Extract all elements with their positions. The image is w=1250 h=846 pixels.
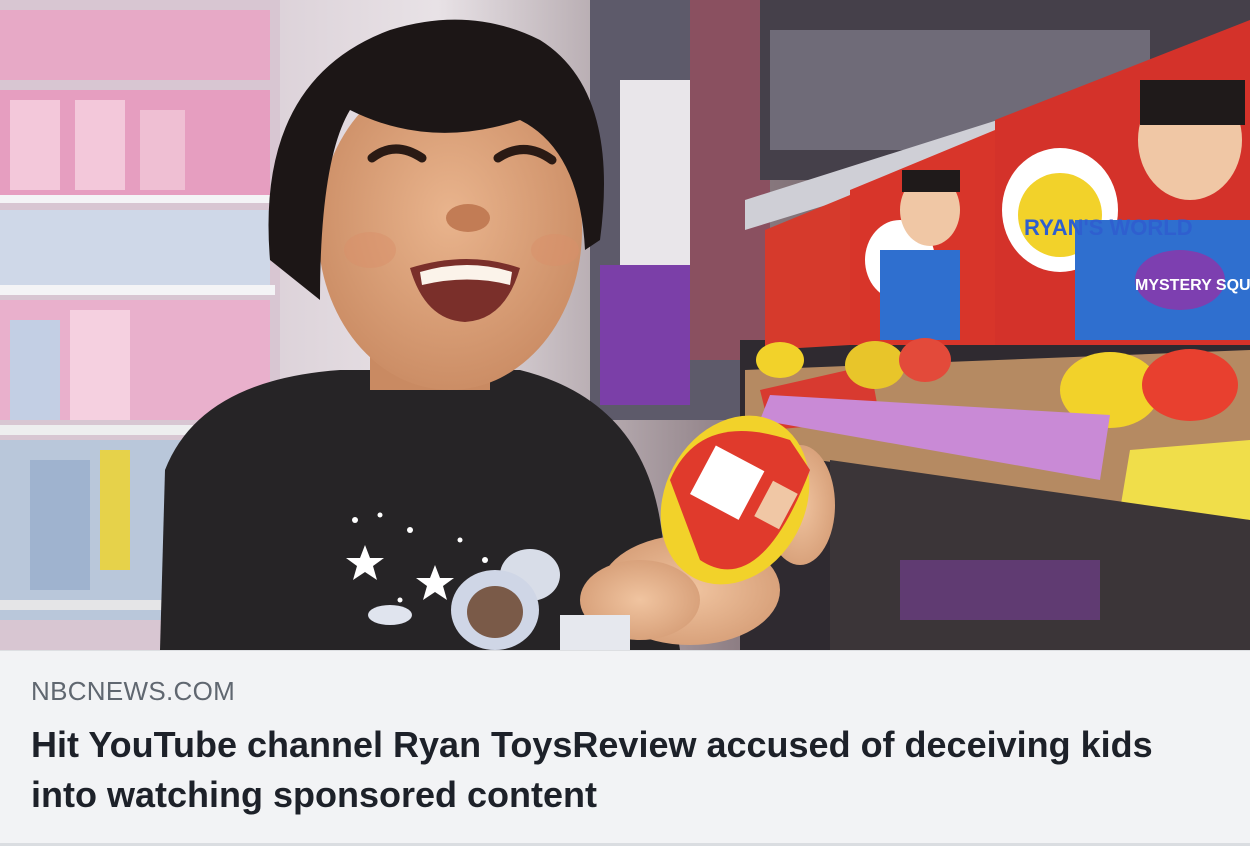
- source-domain: NBCNEWS.COM: [31, 676, 236, 706]
- preview-image[interactable]: RYAN'S WORLD MYSTERY SQUISHY: [0, 0, 1250, 650]
- article-headline[interactable]: Hit YouTube channel Ryan ToysReview accu…: [31, 720, 1211, 820]
- toy-aisle-photo: RYAN'S WORLD MYSTERY SQUISHY: [0, 0, 1250, 650]
- box-product-text: MYSTERY SQUISHY: [1135, 277, 1250, 294]
- box-logo-text: RYAN'S WORLD: [1024, 215, 1193, 240]
- link-preview-card[interactable]: RYAN'S WORLD MYSTERY SQUISHY: [0, 0, 1250, 846]
- preview-caption[interactable]: NBCNEWS.COM Hit YouTube channel Ryan Toy…: [0, 650, 1250, 846]
